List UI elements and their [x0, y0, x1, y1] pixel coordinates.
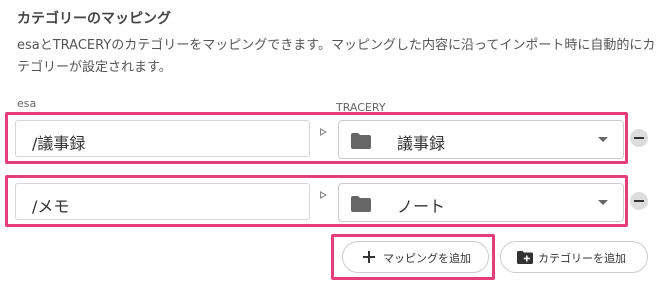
add-category-button[interactable]: カテゴリーを追加: [500, 241, 648, 273]
plus-icon: [363, 251, 375, 263]
tracery-category-value: 議事録: [397, 134, 446, 153]
esa-category-value: /メモ: [32, 197, 70, 216]
add-mapping-label: マッピングを追加: [383, 252, 471, 265]
mapping-row: /議事録 議事録: [5, 112, 628, 164]
folder-plus-icon: [517, 251, 533, 264]
section-title: カテゴリーのマッピング: [17, 11, 171, 27]
category-mapping-section: カテゴリーのマッピング esaとTRACERYのカテゴリーをマッピングできます。…: [0, 0, 672, 299]
caret-down-icon: [598, 137, 608, 142]
add-category-label: カテゴリーを追加: [538, 252, 626, 265]
caret-down-icon: [598, 200, 608, 205]
esa-category-field[interactable]: /メモ: [15, 183, 310, 220]
section-description: esaとTRACERYのカテゴリーをマッピングできます。マッピングした内容に沿っ…: [17, 38, 656, 75]
esa-column-label: esa: [17, 97, 37, 110]
triangle-right-icon: [320, 128, 327, 136]
remove-mapping-button[interactable]: [630, 192, 648, 210]
remove-mapping-button[interactable]: [630, 129, 648, 147]
tracery-category-select[interactable]: 議事録: [338, 120, 624, 159]
esa-category-field[interactable]: /議事録: [15, 120, 310, 157]
add-mapping-button[interactable]: マッピングを追加: [342, 241, 489, 273]
folder-icon: [351, 133, 371, 149]
folder-icon: [351, 196, 371, 212]
esa-category-value: /議事録: [32, 134, 86, 153]
tracery-category-value: ノート: [397, 197, 446, 216]
mapping-row: /メモ ノート: [5, 175, 628, 227]
triangle-right-icon: [320, 191, 327, 199]
tracery-category-select[interactable]: ノート: [338, 183, 624, 222]
